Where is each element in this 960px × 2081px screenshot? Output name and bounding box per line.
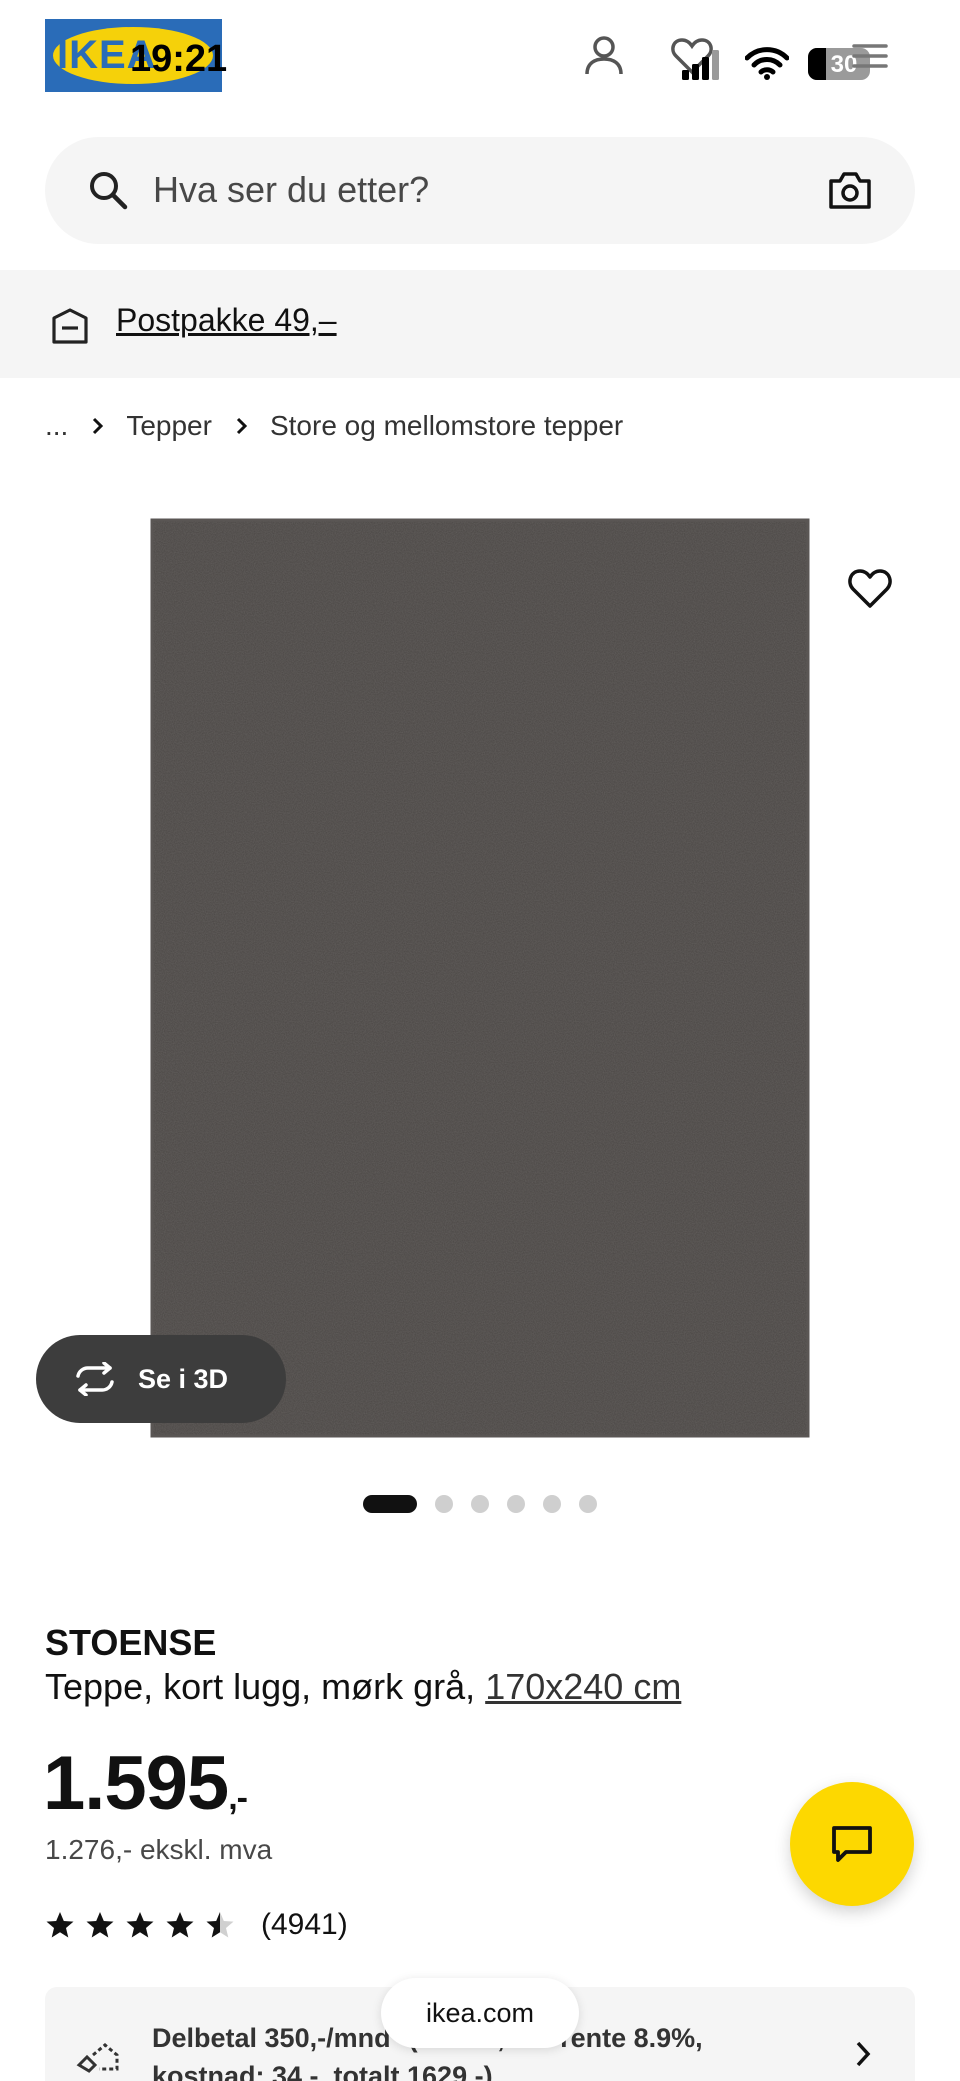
breadcrumb-item-store-tepper[interactable]: Store og mellomstore tepper	[270, 410, 623, 442]
star-icon	[166, 1912, 194, 1938]
product-size-link[interactable]: 170x240 cm	[485, 1666, 681, 1707]
star-icon	[126, 1912, 154, 1938]
search-input[interactable]: Hva ser du etter?	[153, 169, 429, 211]
rating-count[interactable]: (4941)	[261, 1908, 348, 1942]
wifi-icon	[745, 47, 789, 80]
favorite-heart-icon[interactable]	[846, 566, 894, 610]
rotate-3d-icon	[76, 1362, 114, 1396]
product-price: 1.595,-	[43, 1740, 248, 1827]
chevron-right-icon	[856, 2041, 871, 2067]
star-icon	[86, 1912, 114, 1938]
delivery-box-icon	[52, 308, 88, 344]
browser-url-bar[interactable]: ikea.com	[381, 1978, 579, 2048]
price-ex-vat: 1.276,- ekskl. mva	[45, 1834, 273, 1865]
product-name: STOENSE	[45, 1622, 217, 1663]
chevron-right-icon	[93, 417, 104, 435]
gallery-dot[interactable]	[471, 1495, 489, 1513]
chat-button[interactable]	[790, 1782, 914, 1906]
product-description-text: Teppe, kort lugg, mørk grå,	[45, 1666, 476, 1707]
rating[interactable]: (4941)	[45, 1908, 348, 1942]
delivery-link[interactable]: Postpakke 49,–	[116, 302, 337, 339]
status-time: 19:21	[130, 38, 228, 80]
price-suffix: ,-	[228, 1779, 248, 1817]
price-value: 1.595	[43, 1741, 229, 1826]
gallery-pagination	[363, 1494, 615, 1514]
chevron-right-icon	[236, 417, 248, 435]
breadcrumb: ... Tepper Store og mellomstore tepper	[45, 408, 623, 444]
header: IKEA 19:21 30	[0, 0, 960, 120]
search-icon	[90, 172, 128, 210]
breadcrumb-item-ellipsis[interactable]: ...	[45, 410, 68, 442]
installment-icon	[76, 2043, 119, 2073]
star-icon	[46, 1912, 74, 1938]
chat-icon	[832, 1826, 872, 1862]
search-bar[interactable]: Hva ser du etter?	[45, 137, 915, 244]
signal-icon	[682, 50, 719, 80]
product-image[interactable]	[150, 518, 810, 1438]
gallery-dot[interactable]	[543, 1495, 561, 1513]
gallery-dot[interactable]	[579, 1495, 597, 1513]
financing-line-2: kostnad: 34,-, totalt 1629,-).	[152, 2061, 501, 2081]
camera-icon[interactable]	[827, 169, 873, 211]
view-3d-button[interactable]: Se i 3D	[36, 1335, 286, 1423]
gallery-dot[interactable]	[363, 1495, 417, 1513]
star-half-icon	[206, 1912, 234, 1938]
gallery-dot[interactable]	[507, 1495, 525, 1513]
product-description: Teppe, kort lugg, mørk grå, 170x240 cm	[45, 1666, 681, 1708]
gallery-dot[interactable]	[435, 1495, 453, 1513]
menu-icon[interactable]	[846, 32, 894, 80]
delivery-banner[interactable]: Postpakke 49,–	[0, 270, 960, 378]
breadcrumb-item-tepper[interactable]: Tepper	[126, 410, 212, 442]
view-3d-label: Se i 3D	[138, 1363, 229, 1394]
user-icon[interactable]	[580, 32, 628, 80]
